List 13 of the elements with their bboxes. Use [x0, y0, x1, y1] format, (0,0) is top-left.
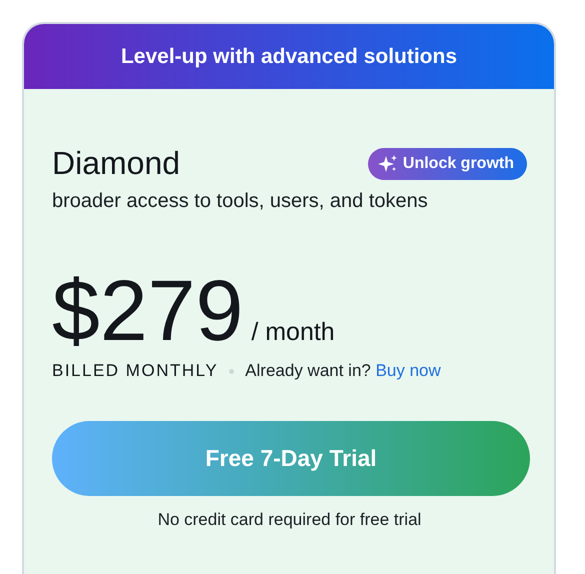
sparkle-icon — [378, 154, 398, 172]
badge-label: Unlock growth — [402, 154, 514, 172]
price-period: / month — [251, 318, 335, 347]
billing-label: BILLED MONTHLY — [52, 361, 218, 381]
buy-now-link[interactable]: Buy now — [376, 361, 441, 380]
header-title: Level-up with advanced solutions — [120, 44, 458, 68]
buy-prompt: Already want in? Buy now — [245, 361, 441, 381]
separator-dot — [229, 368, 234, 374]
trial-note: No credit card required for free trial — [156, 510, 422, 530]
price-amount: $279 — [52, 267, 244, 355]
plan-description: broader access to tools, users, and tokens — [52, 190, 429, 213]
plan-name: Diamond — [52, 145, 180, 182]
trial-button[interactable]: Free 7-Day Trial — [52, 421, 530, 496]
